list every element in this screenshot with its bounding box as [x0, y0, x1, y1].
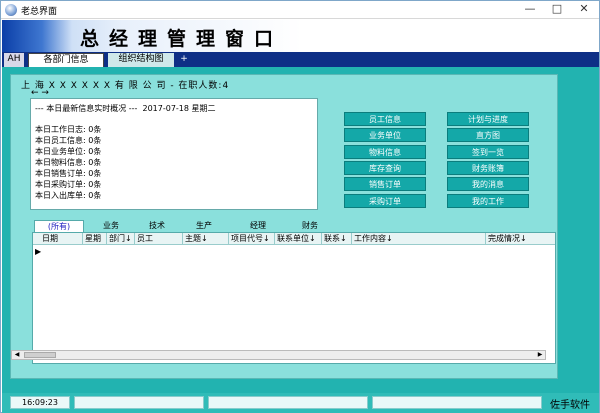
grid-header: 日期 星期 部门↓ 员工 主题↓ 项目代号↓ 联系单位↓ 联系↓ 工作内容↓ 完… — [33, 233, 555, 245]
dept-tab-manager[interactable]: 经理 — [237, 220, 279, 232]
close-button[interactable]: ✕ — [571, 1, 597, 18]
column-header-project-code[interactable]: 项目代号↓ — [229, 233, 275, 245]
checkin-overview-button[interactable]: 签到一览 — [447, 145, 529, 159]
window-title: 老总界面 — [21, 7, 58, 17]
app-icon — [5, 4, 17, 16]
summary-line: 本日员工信息: 0条 — [35, 136, 102, 145]
tab-org-chart[interactable]: 组织结构图 — [108, 53, 174, 67]
column-header-work-content[interactable]: 工作内容↓ — [352, 233, 486, 245]
status-panel — [74, 396, 204, 409]
summary-header: --- 本日最新信息实时概况 --- 2017-07-18 星期二 — [35, 104, 216, 113]
status-time: 16:09:23 — [10, 396, 70, 409]
status-bar: 16:09:23 佐手软件 — [2, 393, 599, 413]
summary-line: 本日采购订单: 0条 — [35, 180, 102, 189]
dept-tab-all[interactable]: (所有) — [34, 220, 84, 232]
dept-tab-tech[interactable]: 技术 — [136, 220, 178, 232]
sales-order-button[interactable]: 销售订单 — [344, 177, 426, 191]
scroll-thumb[interactable] — [24, 352, 56, 358]
employee-info-button[interactable]: 员工信息 — [344, 112, 426, 126]
status-panel — [208, 396, 368, 409]
inventory-query-button[interactable]: 库存查询 — [344, 161, 426, 175]
header-banner: 总经理管理窗口 — [2, 20, 599, 52]
status-panel — [372, 396, 542, 409]
column-header-contact-unit[interactable]: 联系单位↓ — [275, 233, 322, 245]
dept-tab-business[interactable]: 业务 — [90, 220, 132, 232]
minimize-button[interactable]: — — [517, 1, 543, 18]
column-header-completion[interactable]: 完成情况↓ — [486, 233, 555, 245]
column-header-contact[interactable]: 联系↓ — [322, 233, 352, 245]
my-messages-button[interactable]: 我的消息 — [447, 177, 529, 191]
business-unit-button[interactable]: 业务单位 — [344, 128, 426, 142]
title-bar: 老总界面 — □ ✕ — [1, 1, 599, 19]
summary-line: 本日物料信息: 0条 — [35, 158, 102, 167]
daily-summary-box: --- 本日最新信息实时概况 --- 2017-07-18 星期二 本日工作日志… — [30, 98, 318, 210]
scroll-left-icon[interactable]: ◀ — [12, 351, 22, 359]
my-work-button[interactable]: 我的工作 — [447, 194, 529, 208]
main-window: 老总界面 — □ ✕ 总经理管理窗口 AH 各部门信息 组织结构图 + 上 海 … — [0, 0, 600, 413]
tab-ah[interactable]: AH — [4, 53, 24, 67]
purchase-order-button[interactable]: 采购订单 — [344, 194, 426, 208]
work-log-grid: 日期 星期 部门↓ 员工 主题↓ 项目代号↓ 联系单位↓ 联系↓ 工作内容↓ 完… — [32, 232, 556, 364]
brand-label: 佐手软件 — [550, 400, 590, 411]
nav-arrows[interactable]: ← → — [31, 88, 49, 98]
column-header-employee[interactable]: 员工 — [135, 233, 183, 245]
horizontal-scrollbar[interactable]: ◀ ▶ — [11, 350, 546, 360]
top-tab-strip: AH 各部门信息 组织结构图 + — [2, 52, 599, 67]
column-header-subject[interactable]: 主题↓ — [183, 233, 229, 245]
summary-line: 本日销售订单: 0条 — [35, 169, 102, 178]
column-header-date[interactable]: 日期 — [40, 233, 83, 245]
plan-progress-button[interactable]: 计划与进度 — [447, 112, 529, 126]
page-title: 总经理管理窗口 — [80, 28, 284, 50]
dept-tab-finance[interactable]: 财务 — [289, 220, 331, 232]
summary-line: 本日入出库单: 0条 — [35, 191, 102, 200]
column-header-weekday[interactable]: 星期 — [83, 233, 107, 245]
company-headcount: 上 海 X X X X X X 有 限 公 司 - 在职人数:4 — [21, 81, 230, 91]
tab-department-info[interactable]: 各部门信息 — [28, 53, 104, 67]
maximize-button[interactable]: □ — [544, 1, 570, 18]
scroll-right-icon[interactable]: ▶ — [535, 351, 545, 359]
histogram-button[interactable]: 直方图 — [447, 128, 529, 142]
add-tab-button[interactable]: + — [178, 53, 190, 67]
summary-line: 本日业务单位: 0条 — [35, 147, 102, 156]
summary-line: 本日工作日志: 0条 — [35, 125, 102, 134]
column-header-department[interactable]: 部门↓ — [107, 233, 135, 245]
finance-ledger-button[interactable]: 财务账簿 — [447, 161, 529, 175]
department-tabs: (所有) 业务 技术 生产 经理 财务 — [30, 220, 556, 232]
material-info-button[interactable]: 物料信息 — [344, 145, 426, 159]
row-indicator-icon: ▶ — [35, 247, 42, 256]
dept-tab-production[interactable]: 生产 — [183, 220, 225, 232]
